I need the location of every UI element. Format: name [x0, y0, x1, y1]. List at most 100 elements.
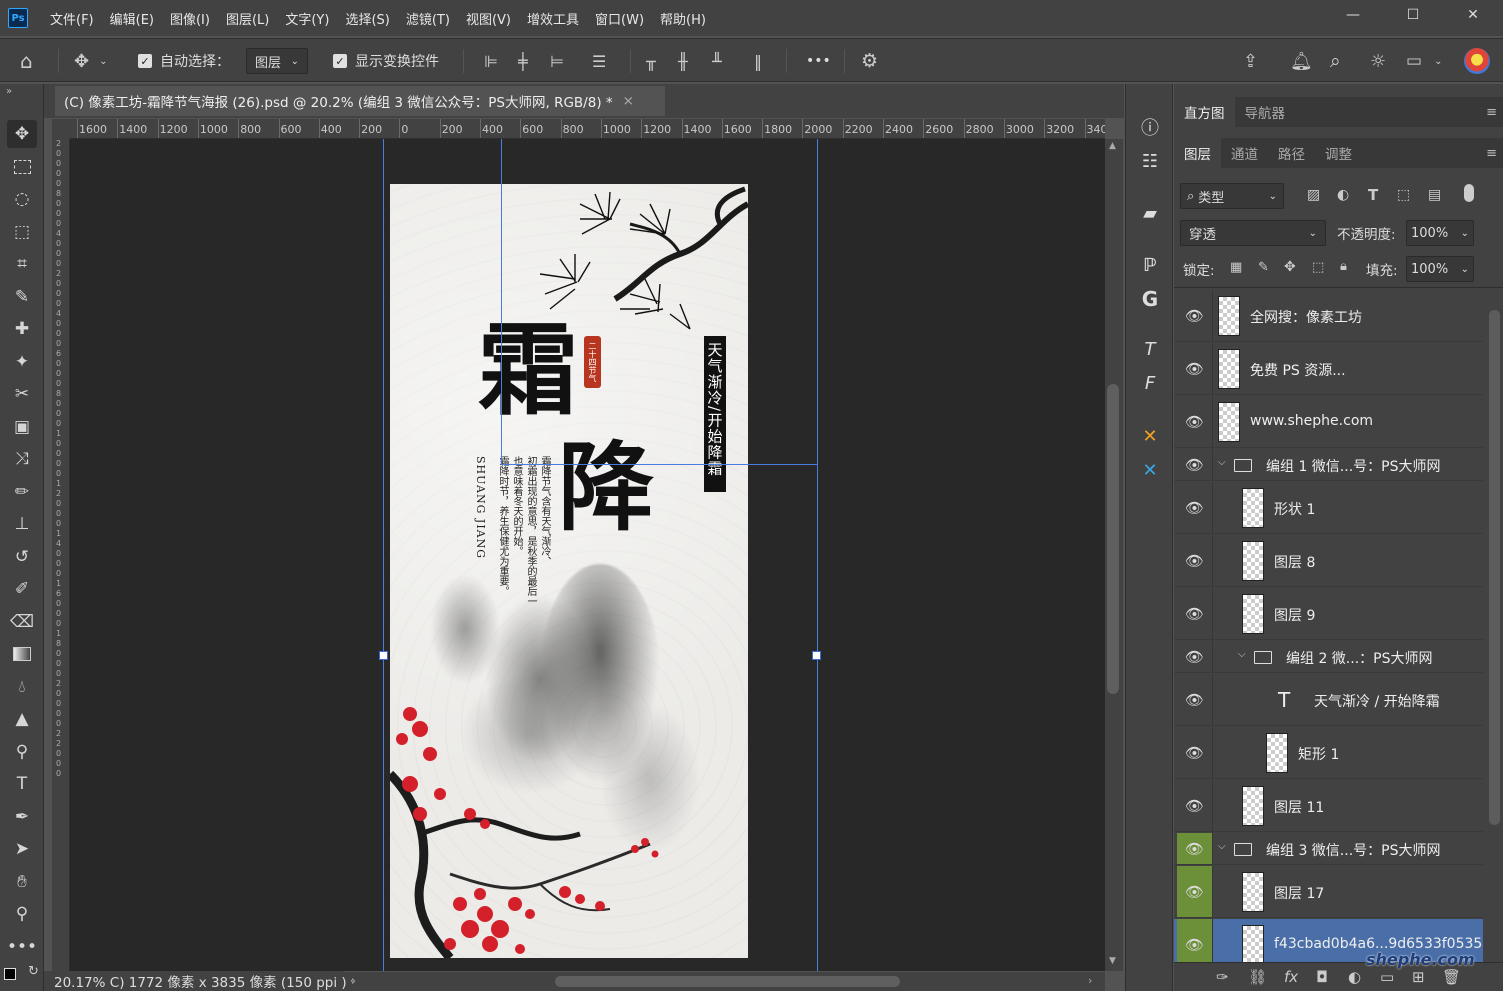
visibility-eye-icon[interactable]: 👁︎ — [1177, 343, 1213, 394]
fill-input[interactable]: 100% ⌄ — [1406, 256, 1474, 282]
layer-row[interactable]: 👁︎ www.shephe.com — [1174, 396, 1483, 448]
minimize-button[interactable]: — — [1323, 0, 1383, 30]
vertical-scroll-thumb[interactable] — [1107, 384, 1119, 694]
layers-scroll-thumb[interactable] — [1489, 310, 1500, 825]
menu-select[interactable]: 选择(S) — [337, 9, 397, 28]
align-vcenter-icon[interactable]: ╫ — [678, 39, 688, 83]
sharpen-tool-icon[interactable]: ▲ — [7, 705, 37, 733]
properties-icon[interactable]: ☷ — [1136, 147, 1164, 175]
align-right-icon[interactable]: ⊨ — [550, 39, 564, 83]
align-top-icon[interactable]: ╥ — [646, 39, 656, 83]
layer-row[interactable]: 👁︎ 图层 9 — [1174, 588, 1483, 640]
glyphs-icon[interactable]: G — [1136, 285, 1164, 313]
tab-adjustments[interactable]: 调整 — [1315, 138, 1362, 168]
more-tools-icon[interactable]: ••• — [7, 933, 37, 961]
path-select-tool-icon[interactable]: ➤ — [7, 835, 37, 863]
menu-window[interactable]: 窗口(W) — [587, 9, 652, 28]
align-bottom-icon[interactable]: ╨ — [712, 39, 722, 83]
vertical-ruler[interactable]: 2000080004000200040006000800010000120001… — [52, 139, 70, 971]
font-icon[interactable]: F — [1136, 369, 1164, 397]
gear-icon[interactable]: ⚙ — [861, 39, 878, 83]
layer-group-row[interactable]: 👁︎ ⌵ 编组 3 微信...号：PS大师网 — [1174, 833, 1483, 865]
tab-navigator[interactable]: 导航器 — [1235, 97, 1296, 127]
menu-layer[interactable]: 图层(L) — [218, 9, 277, 28]
menu-view[interactable]: 视图(V) — [458, 9, 519, 28]
move-tool-icon[interactable]: ✥ — [7, 120, 37, 148]
visibility-eye-icon[interactable]: 👁︎ — [1177, 674, 1213, 725]
blur-tool-icon[interactable]: 💧︎ — [7, 673, 37, 701]
menu-edit[interactable]: 编辑(E) — [102, 9, 162, 28]
collapse-tools-icon[interactable]: » — [6, 86, 12, 97]
lasso-tool-icon[interactable]: ◌ — [7, 185, 37, 213]
layer-row[interactable]: 👁︎ 图层 17 — [1174, 866, 1483, 918]
scroll-down-icon[interactable]: ▼ — [1109, 956, 1116, 966]
lock-position-icon[interactable]: ✥ — [1284, 259, 1296, 275]
menu-file[interactable]: 文件(F) — [42, 9, 102, 28]
tab-layers[interactable]: 图层 — [1174, 138, 1221, 168]
swap-colors-icon[interactable]: ↻ — [28, 964, 39, 979]
layer-row[interactable]: 👁︎ 图层 8 — [1174, 535, 1483, 587]
scroll-up-icon[interactable]: ▲ — [1109, 141, 1116, 151]
character-style-icon[interactable]: T — [1136, 335, 1164, 363]
distribute-icon[interactable]: ☰ — [592, 39, 606, 83]
visibility-eye-icon[interactable]: 👁︎ — [1177, 482, 1213, 533]
zoom-tool-icon[interactable]: ⚲ — [7, 900, 37, 928]
filter-type-icon[interactable]: T — [1368, 186, 1378, 204]
hand-tool-icon[interactable]: ✋︎ — [7, 868, 37, 896]
eraser-tool-icon[interactable]: ⌫ — [7, 608, 37, 636]
poster-artwork[interactable]: 霜 降 二十四节气 天气渐冷/开始降霜 霜降节气含有天气渐冷、 初霜出现的意思，… — [390, 184, 748, 958]
close-window-button[interactable]: ✕ — [1443, 0, 1503, 30]
pen-tool-icon[interactable]: ✒ — [7, 803, 37, 831]
content-aware-move-icon[interactable]: ⤨ — [7, 445, 37, 473]
auto-select-dropdown[interactable]: 图层 ⌄ — [246, 48, 308, 74]
lock-all-icon[interactable]: 🔒︎ — [1340, 259, 1347, 274]
visibility-eye-icon[interactable]: 👁︎ — [1177, 833, 1213, 864]
visibility-eye-icon[interactable]: 👁︎ — [1177, 727, 1213, 778]
filter-toggle[interactable] — [1464, 184, 1474, 202]
extension-orange-icon[interactable]: ✕ — [1136, 422, 1164, 450]
lock-artboard-icon[interactable]: ⬚ — [1312, 260, 1324, 275]
layer-row[interactable]: 👁︎ T 天气渐冷 / 开始降霜 — [1174, 674, 1483, 726]
layer-row[interactable]: 👁︎ 免费 PS 资源... — [1174, 343, 1483, 395]
distribute-vertical-icon[interactable]: ‖ — [754, 39, 762, 83]
dodge-tool-icon[interactable]: ⚲ — [7, 738, 37, 766]
patch-tool-icon[interactable]: ✂ — [7, 380, 37, 408]
menu-image[interactable]: 图像(I) — [162, 9, 218, 28]
fx-icon[interactable]: fx — [1284, 968, 1298, 986]
document-tab[interactable]: (C) 像素工坊-霜降节气海报 (26).psd @ 20.2% (编组 3 微… — [55, 86, 665, 116]
workspace-icon[interactable]: ▭ ⌄ — [1406, 39, 1442, 83]
lock-transparent-icon[interactable]: ▦ — [1230, 260, 1242, 275]
auto-select-option[interactable]: ✓ 自动选择： — [138, 39, 230, 83]
link-layers-icon[interactable]: ⛓︎ — [1248, 968, 1267, 986]
adjustment-layer-icon[interactable]: ◐ — [1348, 968, 1361, 986]
layer-row[interactable]: 👁︎ 全网搜：像素工坊 — [1174, 290, 1483, 342]
bell-icon[interactable]: 🔔︎ — [1290, 39, 1313, 83]
brush-tool-icon[interactable]: ✏ — [7, 478, 37, 506]
frame-tool-icon[interactable]: ▣ — [7, 413, 37, 441]
align-left-icon[interactable]: ⊫ — [484, 39, 498, 83]
close-tab-icon[interactable]: × — [623, 93, 634, 109]
discover-icon[interactable]: ☼ — [1370, 39, 1386, 83]
menu-type[interactable]: 文字(Y) — [277, 9, 337, 28]
group-expand-chevron-icon[interactable]: ⌵ — [1218, 841, 1226, 852]
tab-paths[interactable]: 路径 — [1268, 138, 1315, 168]
layer-row[interactable]: 👁︎ 图层 11 — [1174, 780, 1483, 832]
object-select-tool-icon[interactable]: ⬚ — [7, 218, 37, 246]
tab-histogram[interactable]: 直方图 — [1174, 97, 1235, 127]
blend-mode-dropdown[interactable]: 穿透 ⌄ — [1180, 220, 1326, 246]
visibility-eye-icon[interactable]: 👁︎ — [1177, 641, 1213, 672]
foreground-color-swatch[interactable] — [4, 968, 16, 980]
filter-adjustment-icon[interactable]: ◐ — [1337, 187, 1349, 203]
visibility-eye-icon[interactable]: 👁︎ — [1177, 396, 1213, 447]
avatar[interactable] — [1464, 39, 1490, 83]
move-tool-preset-icon[interactable]: ✥ ⌄ — [74, 39, 107, 83]
new-group-icon[interactable]: ▭ — [1380, 968, 1394, 986]
layers-panel-menu-icon[interactable]: ≡ — [1486, 146, 1497, 161]
horizontal-scroll-thumb[interactable] — [555, 976, 900, 987]
history-brush-tool-icon[interactable]: ↺ — [7, 543, 37, 571]
panel-menu-icon[interactable]: ≡ — [1486, 105, 1497, 120]
menu-filter[interactable]: 滤镜(T) — [398, 9, 458, 28]
group-expand-chevron-icon[interactable]: ⌵ — [1238, 649, 1246, 660]
share-icon[interactable]: ⇪ — [1243, 39, 1258, 83]
show-transform-option[interactable]: ✓ 显示变换控件 — [333, 39, 439, 83]
